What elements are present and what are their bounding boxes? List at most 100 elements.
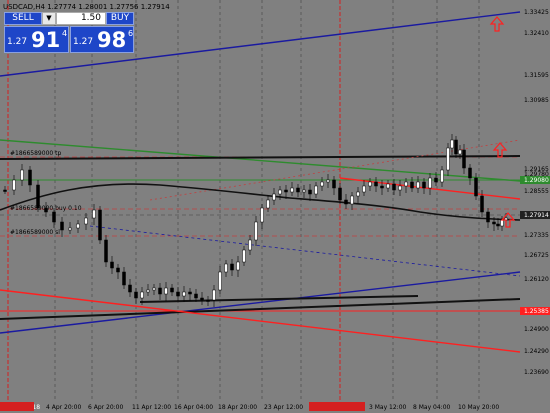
buy-button[interactable]: BUY (106, 12, 134, 25)
candle-body (152, 287, 156, 291)
buy-price-box[interactable]: 1.27 98 6 (70, 26, 134, 53)
candle-body (134, 291, 138, 299)
price-axis-label: 1.24290 (524, 348, 549, 355)
candle-body (218, 271, 222, 291)
candle-body (164, 287, 168, 295)
order-label-buy: #1866589000 buy 0.10 (10, 205, 82, 212)
candle-body (462, 149, 466, 169)
candle-body (176, 291, 180, 297)
candle-body (496, 223, 500, 227)
bid-price-tag-label: 1.27914 (524, 212, 549, 219)
candle-body (446, 147, 450, 171)
candle-body (422, 181, 426, 189)
time-axis-label: 8 May 04:00 (413, 404, 451, 411)
candle-body (76, 223, 80, 229)
price-axis-label: 1.32410 (524, 30, 549, 37)
candle-body (308, 189, 312, 195)
candle-body (386, 183, 390, 189)
volume-dropdown[interactable]: ▼ (42, 12, 56, 25)
buy-price-sup: 6 (128, 29, 134, 38)
price-axis-label: 1.28555 (524, 188, 549, 195)
time-axis-label: 11 Apr 12:00 (132, 404, 171, 411)
red-price-tag-label: 1.25385 (524, 308, 549, 315)
candle-body (410, 181, 414, 189)
candle-body (194, 293, 198, 299)
candle-body (170, 287, 174, 293)
sell-button[interactable]: SELL (4, 12, 42, 25)
candle-body (380, 185, 384, 189)
candle-body (92, 209, 96, 219)
candle-body (474, 177, 478, 197)
candle-body (3, 189, 7, 192)
candle-body (392, 183, 396, 191)
candle-body (206, 299, 210, 302)
candle-body (302, 189, 306, 193)
candle-body (248, 239, 252, 251)
candle-body (338, 187, 342, 201)
candle-body (404, 181, 408, 187)
volume-input[interactable]: 1.50 (56, 12, 106, 25)
sell-price-big: 91 (31, 28, 61, 52)
order-label-sl: #1866589000 sl (10, 229, 60, 236)
candle-body (350, 195, 354, 205)
price-axis-label: 1.30985 (524, 97, 549, 104)
candle-body (84, 217, 88, 225)
candle-body (236, 261, 240, 271)
candle-body (290, 187, 294, 193)
plot-area[interactable] (0, 0, 520, 400)
candle-body (468, 167, 472, 179)
sell-price-prefix: 1.27 (7, 37, 28, 47)
candle-body (362, 185, 366, 193)
candle-body (158, 287, 162, 295)
price-chart[interactable]: USDCAD,H4 1.27774 1.28001 1.27756 1.2791… (0, 0, 550, 413)
price-axis-label: 1.26120 (524, 276, 549, 283)
candle-body (242, 249, 246, 263)
time-axis-label: 10 May 20:00 (458, 404, 499, 411)
candle-body (200, 297, 204, 301)
candle-body (212, 289, 216, 301)
candle-body (52, 211, 56, 223)
candle-body (458, 149, 462, 155)
candle-body (454, 139, 458, 155)
candle-body (188, 291, 192, 295)
time-axis-label: 16 Apr 04:00 (174, 404, 213, 411)
sell-price-sup: 4 (62, 29, 68, 38)
candle-body (68, 227, 72, 231)
buy-price-big: 98 (97, 28, 127, 52)
candle-body (374, 181, 378, 187)
candle-body (230, 263, 234, 271)
sell-price-box[interactable]: 1.27 91 4 (4, 26, 69, 53)
time-tag-cursor (309, 402, 365, 411)
candle-body (416, 181, 420, 189)
price-axis-label: 1.23690 (524, 369, 549, 376)
candle-body (140, 291, 144, 299)
one-click-trading-panel: SELL ▼ 1.50 BUY 1.27 91 4 1.27 98 6 (4, 12, 134, 53)
candle-body (344, 199, 348, 205)
candle-body (272, 193, 276, 201)
candle-body (492, 221, 496, 225)
chart-window[interactable]: USDCAD,H4 1.27774 1.28001 1.27756 1.2791… (0, 0, 550, 413)
candle-body (320, 181, 324, 187)
price-axis-label: 1.33425 (524, 9, 549, 16)
time-axis-label: 23 Apr 12:00 (264, 404, 303, 411)
candle-body (98, 209, 102, 241)
candle-body (116, 267, 120, 273)
candle-body (128, 284, 132, 293)
price-axis-label: 1.29165 (524, 166, 549, 173)
candle-body (60, 221, 64, 231)
time-axis-label: 4 Apr 20:00 (46, 404, 81, 411)
candle-body (146, 289, 150, 293)
price-axis-label: 1.27335 (524, 232, 549, 239)
time-axis-label: 3 May 12:00 (369, 404, 407, 411)
candle-body (332, 179, 336, 189)
candle-body (356, 191, 360, 197)
candle-body (428, 177, 432, 189)
chart-title: USDCAD,H4 1.27774 1.28001 1.27756 1.2791… (3, 3, 170, 11)
candle-body (28, 169, 32, 186)
candle-body (224, 263, 228, 273)
candle-body (266, 199, 270, 209)
price-axis-label: 1.31595 (524, 72, 549, 79)
candle-body (398, 185, 402, 191)
candle-body (182, 291, 186, 297)
candle-body (326, 179, 330, 183)
